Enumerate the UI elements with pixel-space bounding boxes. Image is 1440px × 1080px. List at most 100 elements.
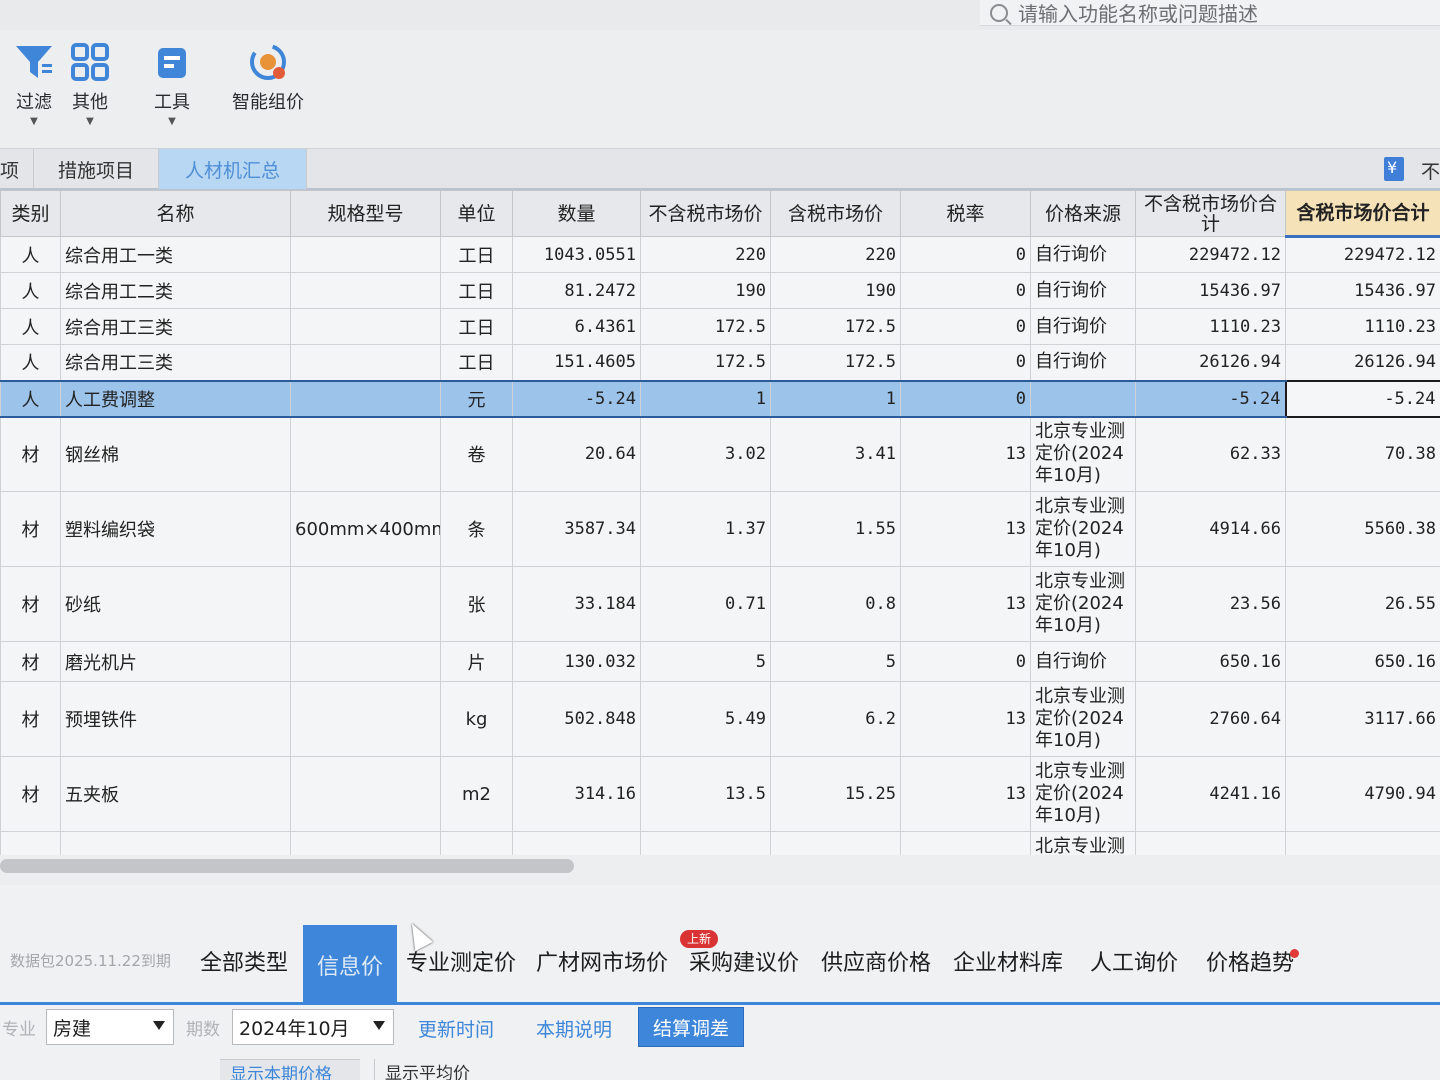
table-row[interactable]: 人综合用工三类 工日 151.4605 172.5 172.5 0 自行询价 26126.94… bbox=[0, 344, 1440, 381]
cell-price-excl-tax[interactable]: 13.5 bbox=[640, 756, 771, 832]
cell-spec[interactable] bbox=[290, 272, 441, 309]
cell-total-excl-tax[interactable]: 229472.12 bbox=[1135, 236, 1286, 273]
cell-name[interactable]: 综合用工三类 bbox=[60, 308, 291, 345]
header-quantity[interactable]: 数量 bbox=[512, 190, 641, 237]
cell-price-source[interactable]: 自行询价 bbox=[1030, 272, 1136, 309]
cell-name[interactable]: 磨光机片 bbox=[60, 641, 291, 682]
cell-category[interactable]: 人 bbox=[0, 379, 61, 418]
cell-price-source[interactable]: 北京专业测定价(2024年10月) bbox=[1030, 566, 1136, 642]
cell-name[interactable]: 综合用工一类 bbox=[60, 236, 291, 273]
cell-price-source[interactable]: 自行询价 bbox=[1030, 344, 1136, 381]
cell-total-incl-tax[interactable]: 26126.94 bbox=[1285, 344, 1440, 381]
cell-tax-rate[interactable]: 13 bbox=[900, 756, 1031, 832]
cell-price-incl-tax[interactable]: 220 bbox=[770, 236, 901, 273]
cell-category[interactable]: 材 bbox=[0, 491, 61, 567]
cell-price-source[interactable]: 自行询价 bbox=[1030, 236, 1136, 273]
cell-tax-rate[interactable]: 13 bbox=[900, 491, 1031, 567]
cell-price-excl-tax[interactable]: 5.49 bbox=[640, 681, 771, 757]
tab-professional-price[interactable]: 专业测定价 bbox=[406, 945, 516, 977]
cell-quantity[interactable]: 130.032 bbox=[512, 641, 641, 682]
cell-quantity[interactable]: 20.64 bbox=[512, 416, 641, 492]
cell-name[interactable]: 综合用工三类 bbox=[60, 344, 291, 381]
tab-partial[interactable]: 项 bbox=[0, 149, 34, 189]
cell-unit[interactable]: m2 bbox=[440, 756, 513, 832]
cell-category[interactable]: 人 bbox=[0, 308, 61, 345]
cell-spec[interactable] bbox=[290, 344, 441, 381]
cell-unit[interactable]: 卷 bbox=[440, 416, 513, 492]
cell-name[interactable]: 人工费调整 bbox=[60, 379, 291, 418]
cell-price-incl-tax[interactable]: 6.2 bbox=[770, 681, 901, 757]
cell-total-excl-tax[interactable]: 4241.16 bbox=[1135, 756, 1286, 832]
cell-spec[interactable] bbox=[290, 756, 441, 832]
cell-quantity[interactable]: 33.184 bbox=[512, 566, 641, 642]
cell-price-source[interactable]: 北京专业测定价(2024年10月) bbox=[1030, 491, 1136, 567]
cell-unit[interactable]: 工日 bbox=[440, 272, 513, 309]
cell-price-incl-tax[interactable]: 0.8 bbox=[770, 566, 901, 642]
table-row[interactable]: 人人工费调整元 -5.24 1 1 0 -5.24 -5.24 bbox=[0, 379, 1440, 418]
cell-total-incl-tax[interactable]: 4790.94 bbox=[1285, 756, 1440, 832]
cell-quantity[interactable]: 314.16 bbox=[512, 756, 641, 832]
table-row[interactable]: 材塑料编织袋 600mm×400mm 条 3587.34 1.37 1.55 13 北京专业测… bbox=[0, 491, 1440, 567]
table-row[interactable]: 材砂纸 张 33.184 0.71 0.8 13 北京专业测定价(2024年10月) 23.5… bbox=[0, 566, 1440, 642]
update-time-link[interactable]: 更新时间 bbox=[418, 1015, 494, 1042]
cell-total-incl-tax[interactable]: 650.16 bbox=[1285, 641, 1440, 682]
cell-total-excl-tax[interactable] bbox=[1135, 831, 1286, 855]
cell-quantity[interactable]: 3587.34 bbox=[512, 491, 641, 567]
cell-total-incl-tax[interactable]: 70.38 bbox=[1285, 416, 1440, 492]
cell-unit[interactable]: 条 bbox=[440, 491, 513, 567]
table-row[interactable]: 人综合用工二类 工日 81.2472 190 190 0 自行询价 15436.97 15436… bbox=[0, 272, 1440, 309]
header-price-excl-tax[interactable]: 不含税市场价 bbox=[640, 190, 771, 237]
cell-price-source[interactable]: 北京专业测定价(2024年10月) bbox=[1030, 756, 1136, 832]
cell-price-excl-tax[interactable]: 172.5 bbox=[640, 344, 771, 381]
cell-unit[interactable] bbox=[440, 831, 513, 855]
cell-spec[interactable] bbox=[290, 416, 441, 492]
cell-total-excl-tax[interactable]: 15436.97 bbox=[1135, 272, 1286, 309]
period-note-link[interactable]: 本期说明 bbox=[536, 1015, 612, 1042]
tools-button[interactable]: 工具 ▼ bbox=[152, 42, 192, 127]
header-spec[interactable]: 规格型号 bbox=[290, 190, 441, 237]
cell-name[interactable]: 钢丝棉 bbox=[60, 416, 291, 492]
cell-price-excl-tax[interactable]: 0.71 bbox=[640, 566, 771, 642]
header-category[interactable]: 类别 bbox=[0, 190, 61, 237]
tab-price-trend[interactable]: 价格趋势 bbox=[1206, 945, 1294, 977]
cell-price-incl-tax[interactable]: 5 bbox=[770, 641, 901, 682]
cell-name[interactable]: 砂纸 bbox=[60, 566, 291, 642]
cell-tax-rate[interactable]: 0 bbox=[900, 344, 1031, 381]
cell-price-excl-tax[interactable]: 3.02 bbox=[640, 416, 771, 492]
cell-spec[interactable] bbox=[290, 566, 441, 642]
cell-unit[interactable]: 片 bbox=[440, 641, 513, 682]
cell-spec[interactable] bbox=[290, 641, 441, 682]
tab-market-price[interactable]: 广材网市场价 bbox=[536, 945, 668, 977]
header-total-incl-tax[interactable]: 含税市场价合计 bbox=[1285, 190, 1440, 238]
subtab-current-price[interactable]: 显示本期价格 bbox=[220, 1059, 360, 1080]
cell-price-incl-tax[interactable]: 15.25 bbox=[770, 756, 901, 832]
period-select[interactable]: 2024年10月 bbox=[232, 1009, 394, 1045]
cell-total-excl-tax[interactable]: -5.24 bbox=[1135, 379, 1286, 418]
cell-total-incl-tax[interactable]: 229472.12 bbox=[1285, 236, 1440, 273]
cell-unit[interactable]: 张 bbox=[440, 566, 513, 642]
cell-category[interactable]: 人 bbox=[0, 236, 61, 273]
cell-category[interactable]: 材 bbox=[0, 756, 61, 832]
header-price-source[interactable]: 价格来源 bbox=[1030, 190, 1136, 237]
cell-quantity[interactable] bbox=[512, 831, 641, 855]
table-row[interactable]: 材五夹板 m2 314.16 13.5 15.25 13 北京专业测定价(2024年10月)… bbox=[0, 756, 1440, 832]
table-row[interactable]: 人综合用工一类 工日 1043.0551 220 220 0 自行询价 229472.12 22… bbox=[0, 236, 1440, 273]
cell-category[interactable]: 材 bbox=[0, 566, 61, 642]
cell-category[interactable]: 材 bbox=[0, 416, 61, 492]
tab-purchase-suggest[interactable]: 采购建议价 bbox=[689, 945, 799, 977]
cell-price-incl-tax[interactable]: 1.55 bbox=[770, 491, 901, 567]
cell-price-incl-tax[interactable]: 172.5 bbox=[770, 308, 901, 345]
table-row[interactable]: 人综合用工三类 工日 6.4361 172.5 172.5 0 自行询价 1110.23 111… bbox=[0, 308, 1440, 345]
cell-quantity[interactable]: 151.4605 bbox=[512, 344, 641, 381]
cell-tax-rate[interactable]: 13 bbox=[900, 416, 1031, 492]
table-row[interactable]: 材磨光机片片 130.032 5 5 0 自行询价 650.16 650.16 bbox=[0, 641, 1440, 682]
cell-unit[interactable]: 工日 bbox=[440, 236, 513, 273]
cell-total-incl-tax[interactable]: 3117.66 bbox=[1285, 681, 1440, 757]
cell-price-excl-tax[interactable]: 190 bbox=[640, 272, 771, 309]
cell-price-source[interactable]: 自行询价 bbox=[1030, 308, 1136, 345]
cell-total-incl-tax[interactable]: -5.24 bbox=[1284, 379, 1440, 418]
horizontal-scrollbar[interactable] bbox=[0, 855, 1440, 885]
cell-spec[interactable] bbox=[290, 681, 441, 757]
cell-price-excl-tax[interactable]: 5 bbox=[640, 641, 771, 682]
cell-total-incl-tax[interactable]: 1110.23 bbox=[1285, 308, 1440, 345]
